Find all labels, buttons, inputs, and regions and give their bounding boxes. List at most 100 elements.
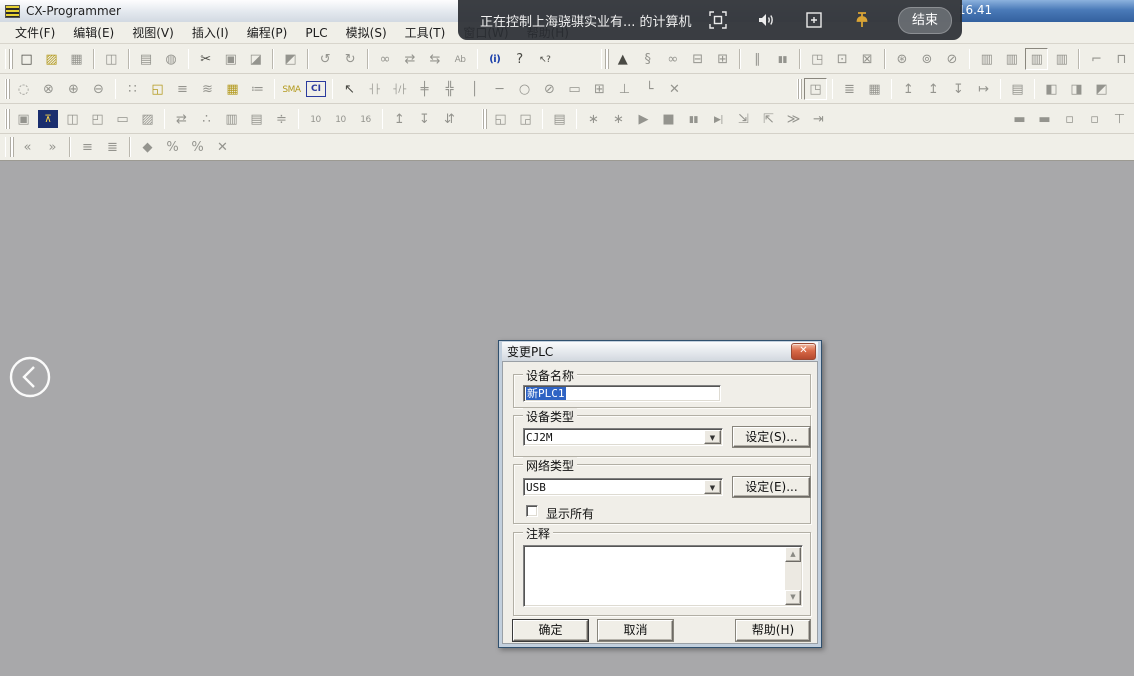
trace-b-button[interactable]: ▬ — [1033, 108, 1056, 130]
program-stack-button[interactable]: ≣ — [838, 78, 861, 100]
info-button[interactable]: (i) — [483, 48, 506, 70]
chevron-down-icon[interactable]: ▼ — [704, 480, 721, 494]
comment-textarea[interactable]: ▲ ▼ — [523, 545, 803, 607]
io-monitor-button[interactable]: ▥ — [1000, 48, 1023, 70]
sim-window-button[interactable]: ◱ — [489, 108, 512, 130]
sim-stop-button[interactable]: ■ — [657, 108, 680, 130]
sim-task-button[interactable]: ▤ — [548, 108, 571, 130]
print-preview-button[interactable]: ◍ — [160, 48, 183, 70]
step-run-button[interactable]: ▶| — [707, 108, 730, 130]
open-button[interactable]: ▨ — [40, 48, 63, 70]
volume-icon[interactable] — [754, 8, 778, 32]
percent-up-button[interactable]: % — [161, 136, 184, 158]
sim-run-button[interactable]: ▶ — [632, 108, 655, 130]
toolbar-gripper[interactable] — [601, 49, 606, 69]
instruction-box-button[interactable]: ▭ — [563, 78, 586, 100]
menu-edit[interactable]: 编辑(E) — [64, 22, 123, 43]
window-z-button[interactable]: ◧ — [1040, 78, 1063, 100]
window-x-button[interactable]: ◨ — [1065, 78, 1088, 100]
device-name-input[interactable]: 新PLC1 — [523, 385, 721, 402]
find-button[interactable]: ∞ — [374, 48, 397, 70]
rung-edit-button[interactable]: ≣ — [101, 136, 124, 158]
program-verify-button[interactable]: ⊠ — [856, 48, 879, 70]
toolbar-gripper[interactable] — [482, 109, 484, 129]
back-overlay-button[interactable] — [8, 355, 52, 399]
indent-right-button[interactable]: » — [41, 136, 64, 158]
contact-nc-button[interactable]: ┤/├ — [388, 78, 411, 100]
menu-simulation[interactable]: 模拟(S) — [337, 22, 396, 43]
radix-hex-button[interactable]: 16 — [354, 108, 377, 130]
continuous-step-button[interactable]: ≫ — [782, 108, 805, 130]
menu-plc[interactable]: PLC — [296, 24, 336, 42]
copy-button[interactable]: ▣ — [219, 48, 242, 70]
delete-line-button[interactable]: ✕ — [663, 78, 686, 100]
online-edit-cancel-button[interactable]: ⊘ — [941, 48, 964, 70]
trace-d-button[interactable]: ▫ — [1083, 108, 1106, 130]
build-tool-button[interactable]: ⊼ — [38, 110, 58, 128]
sim-pause-flag-button[interactable]: ∗ — [582, 108, 605, 130]
contact-no-button[interactable]: ┤├ — [363, 78, 386, 100]
fullscreen-icon[interactable] — [706, 8, 730, 32]
show-all-checkbox[interactable] — [526, 505, 538, 517]
toolbar-gripper[interactable] — [797, 79, 799, 99]
scroll-up-icon[interactable]: ▲ — [785, 547, 801, 562]
calendar-grid-button[interactable]: ▦ — [863, 78, 886, 100]
replace-all-button[interactable]: ⇆ — [424, 48, 447, 70]
zoom-out-button[interactable]: ⊖ — [87, 78, 110, 100]
end-control-button[interactable]: 结束 — [898, 7, 952, 34]
scroll-down-icon[interactable]: ▼ — [785, 590, 801, 605]
new-button[interactable]: □ — [15, 48, 38, 70]
program-to-plc-button[interactable]: ⊡ — [831, 48, 854, 70]
transfer-device-button[interactable]: ⊞ — [711, 48, 734, 70]
help-button[interactable]: 帮助(H) — [736, 620, 810, 641]
cancel-button[interactable]: 取消 — [598, 620, 673, 641]
coil-close-button[interactable]: ⊘ — [538, 78, 561, 100]
toolbar-gripper[interactable] — [5, 49, 10, 69]
radix-dec-button[interactable]: 10 — [304, 108, 327, 130]
step-in-button[interactable]: ⇲ — [732, 108, 755, 130]
coil-button[interactable]: ○ — [513, 78, 536, 100]
vertical-line-button[interactable]: │ — [463, 78, 486, 100]
io-table-button[interactable]: ▥ — [975, 48, 998, 70]
window-transfer-button[interactable]: ◫ — [61, 108, 84, 130]
menu-program[interactable]: 编程(P) — [238, 22, 297, 43]
pause-shadow-button[interactable]: ∥ — [746, 48, 769, 70]
cut-button[interactable]: ✂ — [194, 48, 217, 70]
io-comment-button[interactable]: ▤ — [245, 108, 268, 130]
online-find-button[interactable]: ∞ — [661, 48, 684, 70]
flag-clear-button[interactable]: ✕ — [211, 136, 234, 158]
memory-card-button[interactable]: ▥ — [1050, 48, 1073, 70]
window-compare-button[interactable]: ◰ — [86, 108, 109, 130]
contact-or-nc-button[interactable]: ╬ — [438, 78, 461, 100]
ok-button[interactable]: 确定 — [513, 620, 588, 641]
data-monitor-button[interactable]: ▥ — [1025, 48, 1048, 70]
network-type-combo[interactable]: USB ▼ — [523, 478, 723, 496]
trace-a-button[interactable]: ▬ — [1008, 108, 1031, 130]
connecting-line-button[interactable]: └ — [638, 78, 661, 100]
contact-or-no-button[interactable]: ╪ — [413, 78, 436, 100]
undo-button[interactable]: ↺ — [314, 48, 337, 70]
print-button[interactable]: ▤ — [135, 48, 158, 70]
menu-tools[interactable]: 工具(T) — [396, 22, 455, 43]
save-button[interactable]: ▦ — [65, 48, 88, 70]
online-edit-button[interactable]: ⊛ — [891, 48, 914, 70]
pause-button[interactable]: ▮▮ — [771, 48, 794, 70]
rung-select-button[interactable]: ≡ — [76, 136, 99, 158]
menu-file[interactable]: 文件(F) — [6, 22, 64, 43]
sim-scan-flag-button[interactable]: ∗ — [607, 108, 630, 130]
grid-button[interactable]: ∷ — [121, 78, 144, 100]
trace-c-button[interactable]: ▫ — [1058, 108, 1081, 130]
addr-up-z-button[interactable]: ↥ — [897, 78, 920, 100]
instruction-fb-button[interactable]: ⊞ — [588, 78, 611, 100]
network-type-settings-button[interactable]: 设定(E)... — [733, 477, 810, 497]
force-cancel-button[interactable]: ↧ — [413, 108, 436, 130]
cross-reference-button[interactable]: ⇄ — [170, 108, 193, 130]
paste-co-button[interactable]: ◩ — [279, 48, 302, 70]
step-trace-button[interactable]: ⌐ — [1085, 48, 1108, 70]
rung-wrap-button[interactable]: ≋ — [196, 78, 219, 100]
flag-set-button[interactable]: ◆ — [136, 136, 159, 158]
toolbar-gripper[interactable] — [5, 79, 7, 99]
invert-instruction-button[interactable]: ⊥ — [613, 78, 636, 100]
chevron-down-icon[interactable]: ▼ — [704, 430, 721, 444]
comment-scrollbar[interactable]: ▲ ▼ — [785, 547, 801, 605]
